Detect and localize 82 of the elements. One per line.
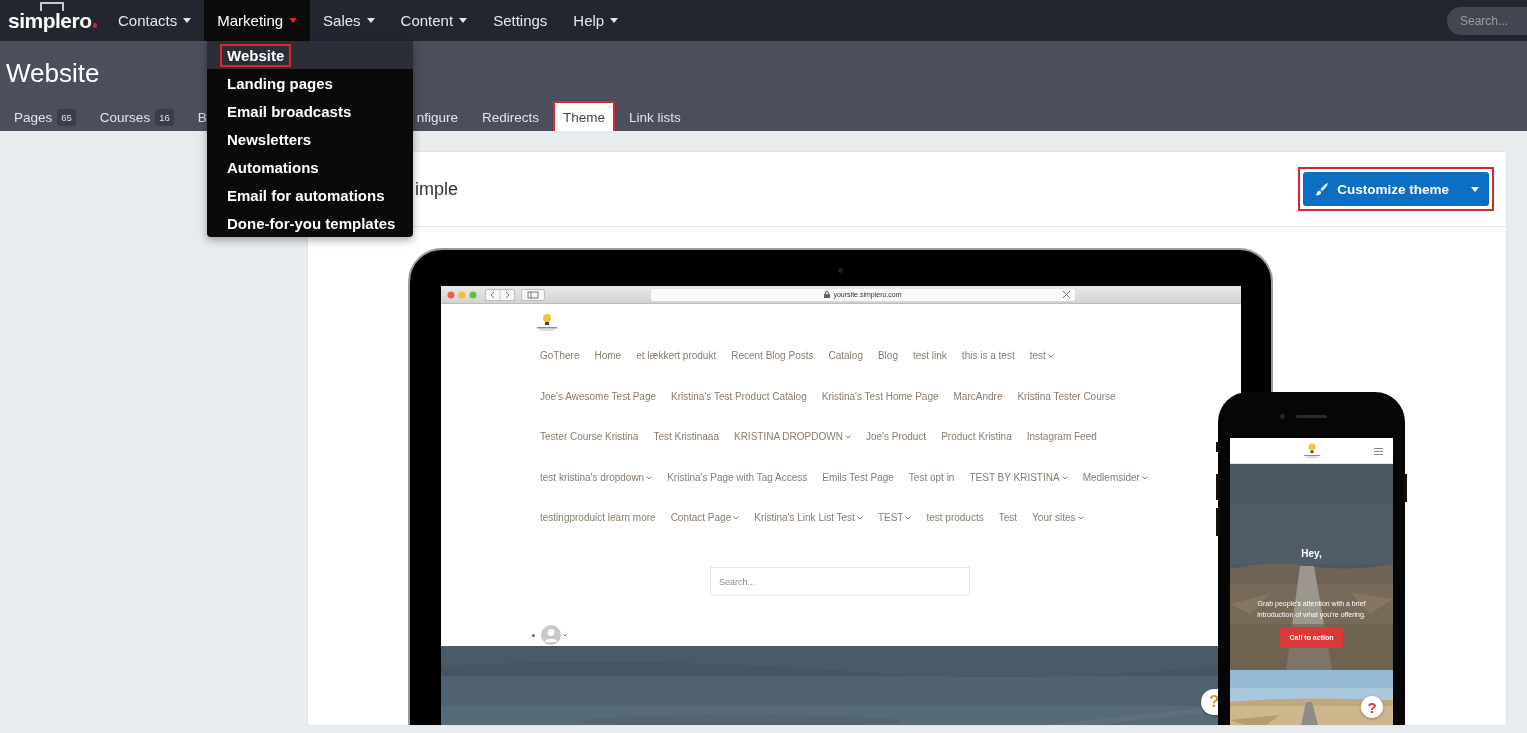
bulb-logo-icon [1301, 442, 1322, 459]
chevron-down-icon [905, 516, 912, 520]
site-nav-link[interactable]: Emils Test Page [822, 470, 894, 485]
site-nav-link[interactable]: test products [926, 511, 984, 525]
site-nav-link[interactable]: Home [594, 349, 622, 363]
site-nav-link[interactable]: Contact Page [670, 511, 740, 525]
nav-menu-item[interactable]: Settings [480, 0, 561, 41]
site-nav-link[interactable]: KRISTINA DROPDOWN [733, 430, 851, 444]
site-search-field[interactable]: Search... [710, 567, 970, 596]
menu-item[interactable]: Landing pages [207, 69, 413, 97]
brush-icon [1315, 182, 1330, 196]
site-nav-link[interactable]: Medlemsider [1082, 470, 1148, 485]
site-nav-link[interactable]: et lækkert produkt [636, 349, 717, 363]
count-badge: 16 [155, 108, 174, 126]
bulb-logo-icon [534, 313, 560, 331]
caret-icon [610, 18, 619, 23]
site-nav-link[interactable]: Test Kristinaaa [653, 430, 719, 444]
nav-menu-item[interactable]: Help [560, 0, 632, 41]
site-nav-link[interactable]: testingproduict learn more [540, 511, 656, 525]
chevron-down-icon [1047, 354, 1054, 358]
site-nav-link[interactable]: Tester Course Kristina [540, 430, 639, 444]
simplero-logo[interactable]: simplero [8, 0, 97, 41]
chevron-down-icon [1077, 516, 1084, 520]
site-nav-link[interactable]: Test [998, 511, 1018, 525]
menu-item[interactable]: Email for automations [207, 181, 413, 209]
site-nav-link[interactable]: test kristina's dropdown [540, 470, 653, 485]
menu-item[interactable]: Done-for-you templates [207, 209, 413, 237]
caret-icon [183, 18, 192, 23]
site-nav-link[interactable]: Recent Blog Posts [731, 349, 814, 363]
chevron-down-icon [1141, 475, 1148, 480]
site-nav-link[interactable]: Kristina's Link List Test [754, 511, 863, 525]
site-nav-link[interactable]: this is a test [961, 349, 1015, 363]
caret-icon [459, 18, 468, 23]
site-nav-link[interactable]: TEST [877, 511, 912, 525]
site-nav-link[interactable]: Kristina Tester Course [1017, 389, 1116, 404]
site-nav-link[interactable]: Kristina's Page with Tag Access [667, 470, 808, 485]
site-nav-link[interactable]: test link [912, 349, 947, 363]
menu-item[interactable]: Website [207, 41, 413, 69]
menu-icon[interactable] [1374, 448, 1383, 455]
site-nav-link[interactable]: Joe's Awesome Test Page [540, 389, 657, 404]
close-icon[interactable] [1063, 291, 1070, 298]
chevron-down-icon [856, 516, 863, 520]
site-nav-link[interactable]: Instagram Feed [1026, 430, 1097, 444]
caret-icon [366, 18, 375, 23]
nav-menu-item[interactable]: Marketing [204, 0, 311, 41]
site-nav-link[interactable]: Kristina's Test Home Page [821, 389, 939, 404]
chevron-down-icon [1061, 475, 1068, 480]
search-field[interactable]: Search... [1447, 6, 1527, 35]
site-nav-link[interactable]: Product Kristina [941, 430, 1012, 444]
tab[interactable]: Theme [553, 101, 616, 131]
site-nav-link[interactable]: Catalog [828, 349, 863, 363]
site-nav-link[interactable]: Blog [877, 349, 898, 363]
caret-icon [1471, 186, 1479, 192]
chevron-down-icon [646, 475, 653, 480]
site-nav-link[interactable]: test [1029, 349, 1054, 363]
site-nav-link[interactable]: GoThere [540, 349, 580, 363]
site-nav-link[interactable]: TEST BY KRISTINA [969, 470, 1068, 485]
lock-icon [824, 291, 831, 298]
theme-name: imple [415, 178, 458, 200]
nav-menu-item[interactable]: Sales [310, 0, 388, 41]
count-badge: 65 [57, 108, 76, 126]
nav-menu-item[interactable]: Content [387, 0, 481, 41]
window-controls-icon [447, 290, 479, 299]
site-nav-link[interactable]: Kristina's Test Product Catalog [671, 389, 807, 404]
customize-theme-button[interactable]: Customize theme [1303, 172, 1489, 206]
tab[interactable]: Redirects [472, 101, 550, 131]
site-nav-link[interactable]: Joe's Product [865, 430, 927, 444]
chevron-down-icon [733, 516, 740, 520]
caret-icon [289, 18, 298, 23]
sidebar-icon[interactable] [521, 288, 545, 301]
menu-item[interactable]: Automations [207, 153, 413, 181]
chevron-down-icon [844, 435, 851, 439]
tab[interactable]: Courses 16 [89, 101, 184, 131]
nav-menu-item[interactable]: Contacts [105, 0, 205, 41]
page-title: Website [6, 58, 100, 89]
tab[interactable]: Link lists [619, 101, 691, 131]
site-nav-link[interactable]: Your sites [1032, 511, 1084, 525]
back-forward-icon[interactable] [485, 288, 515, 301]
site-nav-link[interactable]: Test opt in [908, 470, 955, 485]
site-nav-link[interactable]: MarcAndre [953, 389, 1003, 404]
tab[interactable]: Pages 65 [4, 101, 86, 131]
tab[interactable]: nfigure [414, 101, 468, 131]
